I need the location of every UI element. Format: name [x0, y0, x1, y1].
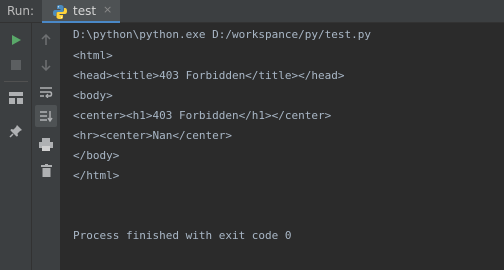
up-arrow-icon[interactable]	[35, 29, 57, 51]
console-output[interactable]: D:\python\python.exe D:/workspance/py/te…	[62, 23, 504, 270]
toolbar-divider	[4, 81, 28, 82]
run-tool-window: Run: test × D:\python\python.exe D:/work…	[0, 0, 504, 270]
console-line: <html>	[73, 49, 113, 62]
console-line: <head><title>403 Forbidden</title></head…	[73, 69, 345, 82]
stop-icon[interactable]	[5, 54, 27, 76]
console-toolbar	[32, 23, 61, 270]
console-line-command: D:\python\python.exe D:/workspance/py/te…	[73, 28, 372, 41]
python-icon	[52, 4, 68, 20]
console-line: </body>	[73, 149, 120, 162]
tab-label: test	[73, 4, 97, 18]
scroll-to-end-icon[interactable]	[35, 105, 57, 127]
trash-icon[interactable]	[35, 159, 57, 181]
process-exit-message: Process finished with exit code 0	[73, 229, 292, 242]
print-icon[interactable]	[35, 133, 57, 155]
tab-test[interactable]: test ×	[42, 0, 120, 23]
soft-wrap-icon[interactable]	[35, 81, 57, 103]
down-arrow-icon[interactable]	[35, 54, 57, 76]
console-line: <body>	[73, 89, 113, 102]
console-line: </html>	[73, 169, 120, 182]
close-icon[interactable]: ×	[103, 3, 112, 16]
console-line: <hr><center>Nan</center>	[73, 129, 232, 142]
console-line: <center><h1>403 Forbidden</h1></center>	[73, 109, 332, 122]
layout-icon[interactable]	[5, 87, 27, 109]
run-icon[interactable]	[5, 29, 27, 51]
pin-icon[interactable]	[5, 120, 27, 142]
run-label: Run:	[7, 4, 35, 18]
run-toolbar	[0, 23, 32, 270]
